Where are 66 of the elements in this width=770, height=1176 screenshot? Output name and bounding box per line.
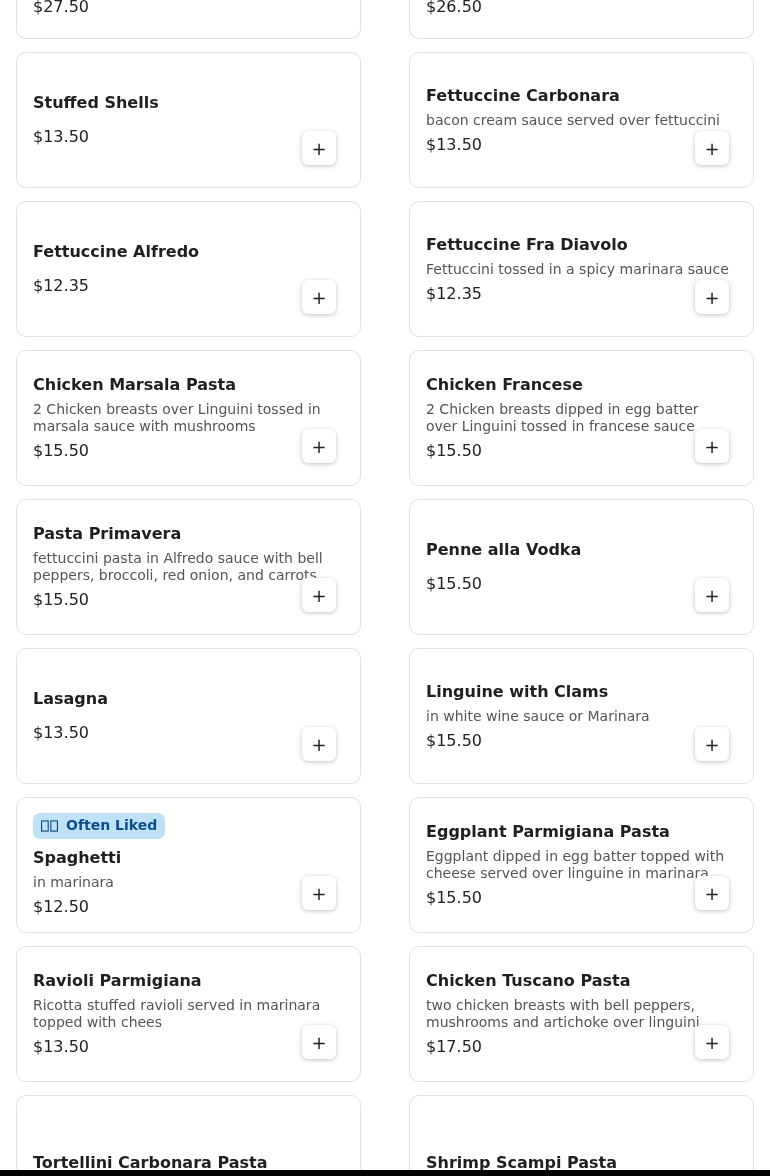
item-name: Spaghetti [33,848,123,868]
item-name: Chicken Francese [426,375,584,395]
item-name: Shrimp Scampi Pasta [426,1153,619,1173]
item-price: $17.50 [426,1037,482,1057]
item-price: $15.50 [426,441,482,461]
item-price: $12.50 [33,897,89,917]
menu-item-card[interactable]: Fettuccine Alfredo $12.35 + [16,201,361,337]
item-name: Fettuccine Alfredo [33,242,201,262]
add-button[interactable]: + [302,429,336,463]
add-button[interactable]: + [302,131,336,165]
item-name: Pasta Primavera [33,524,183,544]
add-button[interactable]: + [695,1025,729,1059]
menu-item-card[interactable]: Often Liked Spaghetti in marinara $12.50 + [16,797,361,933]
menu-item-card[interactable]: Chicken Marsala Pasta 2 Chicken breasts over Linguini tossed in marsala sauce with mushrooms $15.50 + [16,350,361,486]
item-name: Lasagna [33,689,109,709]
add-button[interactable]: + [695,280,729,314]
item-price: $13.50 [33,723,89,743]
item-price: $15.50 [426,888,482,908]
add-button[interactable]: + [695,727,729,761]
item-name: Linguine with Clams [426,681,610,702]
menu-item-card[interactable]: Lasagna $13.50 + [16,648,361,784]
item-price: $15.50 [33,590,89,610]
item-price: $12.35 [33,276,89,296]
add-button[interactable]: + [302,727,336,761]
box-icon [41,819,58,832]
add-button[interactable]: + [695,578,729,612]
menu-item-card[interactable]: Penne alla Vodka $15.50 + [409,499,754,635]
menu-item-card[interactable]: Fettuccine Carbonara bacon cream sauce served over fettuccini $13.50 + [409,52,754,188]
menu-item-card[interactable]: $26.50 [409,0,754,39]
menu-item-card[interactable]: Chicken Francese 2 Chicken breasts dipped in egg batter over Linguini tossed in francese sauce $15.50 + [409,350,754,486]
add-button[interactable]: + [695,429,729,463]
item-name: Penne alla Vodka [426,540,583,560]
menu-item-card[interactable]: Fettuccine Fra Diavolo Fettuccini tossed in a spicy marinara sauce $12.35 + [409,201,754,337]
add-button[interactable]: + [695,131,729,165]
menu-item-card[interactable]: Ravioli Parmigiana Ricotta stuffed ravioli served in marinara topped with chees $13.50 + [16,946,361,1082]
menu-item-card[interactable]: $27.50 [16,0,361,39]
item-price: $15.50 [33,441,89,461]
item-name: Chicken Marsala Pasta [33,375,237,395]
item-price: $13.50 [33,1037,89,1057]
item-name: Stuffed Shells [33,93,160,113]
item-name: Fettuccine Carbonara [426,85,621,106]
item-price: $13.50 [426,134,482,155]
item-description: in marinara [33,874,115,891]
item-name: Chicken Tuscano Pasta [426,971,632,991]
badge-label: Often Liked [66,817,158,834]
add-button[interactable]: + [302,578,336,612]
menu-item-card[interactable]: Chicken Tuscano Pasta two chicken breasts with bell peppers, mushrooms and artichoke over linguini $17.50 + [409,946,754,1082]
item-description: Fettuccini tossed in a spicy marinara sauce [426,260,730,278]
item-description: in white wine sauce or Marinara [426,707,651,725]
add-button[interactable]: + [302,280,336,314]
item-name: Tortellini Carbonara Pasta [33,1153,269,1173]
add-button[interactable]: + [695,876,729,910]
item-name: Eggplant Parmigiana Pasta [426,822,671,842]
item-name: Fettuccine Fra Diavolo [426,234,629,255]
item-description: bacon cream sauce served over fettuccini [426,111,721,129]
item-price: $12.35 [426,283,482,304]
menu-item-card[interactable]: Linguine with Clams in white wine sauce or Marinara $15.50 + [409,648,754,784]
menu-item-card[interactable]: Stuffed Shells $13.50 + [16,52,361,188]
item-price: $13.50 [33,127,89,147]
item-price: $15.50 [426,730,482,751]
item-price: $27.50 [33,0,89,14]
add-button[interactable]: + [302,876,336,910]
item-price: $15.50 [426,574,482,594]
item-name: Ravioli Parmigiana [33,971,203,991]
item-price: $26.50 [426,0,482,14]
add-button[interactable]: + [302,1025,336,1059]
